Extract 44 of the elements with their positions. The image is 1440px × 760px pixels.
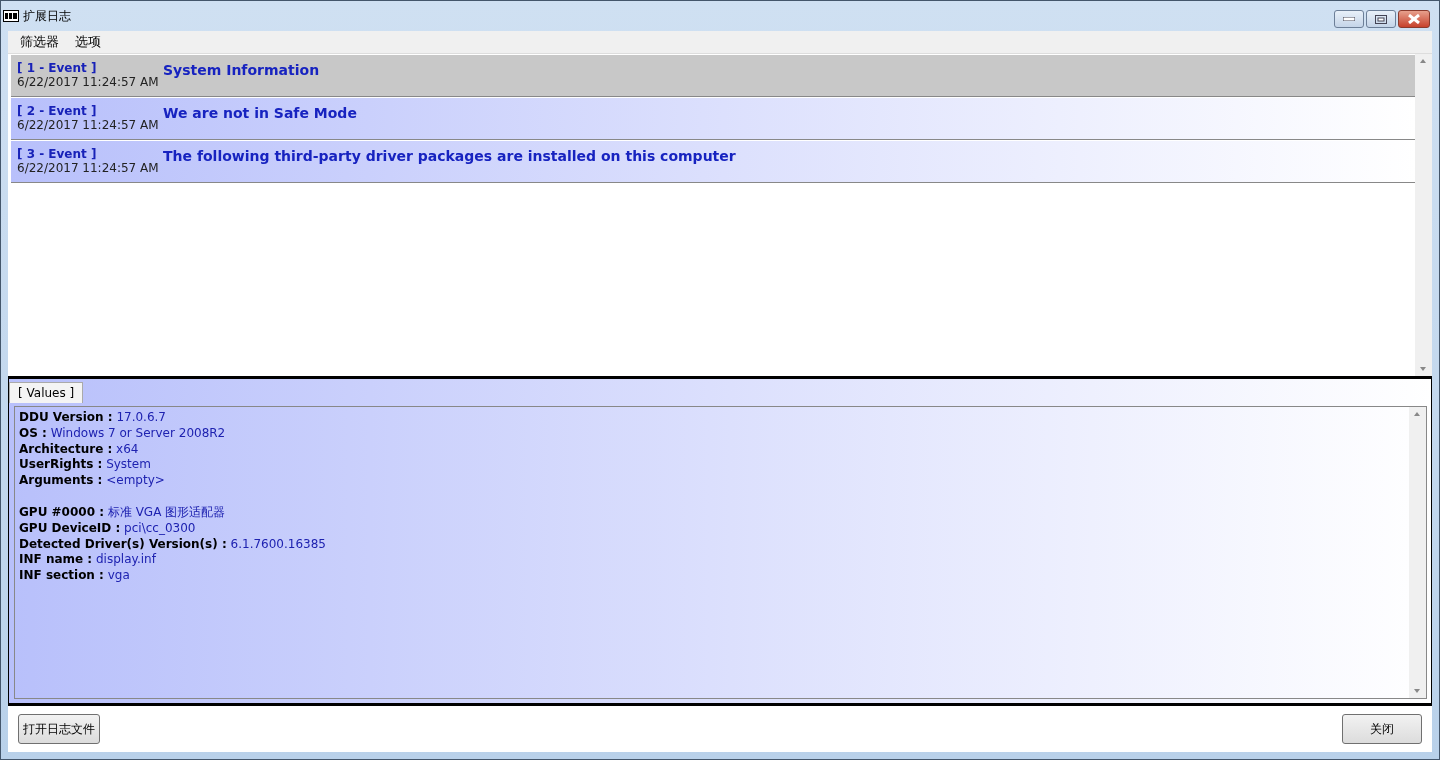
close-dialog-button[interactable]: 关闭 [1342,714,1422,744]
maximize-button[interactable] [1366,10,1396,28]
value-text: 6.1.7600.16385 [230,536,326,551]
value-label: INF name : [19,552,93,567]
value-label: Architecture : [19,441,113,456]
value-label: GPU #0000 : [19,505,104,519]
value-text: <empty> [106,473,165,488]
maximize-icon [1375,14,1387,24]
event-message: The following third-party driver packages are installed on this computer [163,148,736,164]
value-text: 17.0.6.7 [116,410,166,424]
minimize-button[interactable] [1334,10,1364,28]
event-message: We are not in Safe Mode [163,105,357,121]
app-icon [3,10,19,22]
value-label: INF section : [19,568,104,583]
value-label: UserRights : [19,457,103,472]
event-message: System Information [163,62,320,78]
value-label: DDU Version : [19,410,113,424]
event-time: 6/22/2017 11:24:57 AM [17,118,159,132]
value-text: 标准 VGA 图形适配器 [107,505,226,519]
value-label: Arguments : [19,473,103,488]
value-text: x64 [116,441,139,456]
value-text: display.inf [96,552,156,567]
scrollbar[interactable] [1415,54,1432,376]
event-tag: [ 1 - Event ] [17,61,97,75]
tab[interactable]: [ Values ] [9,382,84,403]
window-title: 扩展日志 [23,7,71,25]
value-label: Detected Driver(s) Version(s) : [19,536,227,551]
value-text: vga [107,568,130,583]
close-button[interactable] [1398,10,1430,28]
minimize-icon [1343,17,1355,21]
event-time: 6/22/2017 11:24:57 AM [17,75,159,89]
close-icon [1407,14,1421,24]
value-label: OS : [19,425,47,440]
scrollbar[interactable] [1409,407,1426,698]
event-tag: [ 3 - Event ] [17,147,97,161]
value-text: Windows 7 or Server 2008R2 [50,425,226,440]
event-tag: [ 2 - Event ] [17,104,97,118]
value-text: System [106,457,151,472]
value-label: GPU DeviceID : [19,520,121,535]
menu-item[interactable]: 筛选器 [14,33,65,51]
value-text: pci\cc_0300 [124,520,196,535]
menu-item[interactable]: 选项 [69,33,107,51]
open-log-file-button[interactable]: 打开日志文件 [18,714,100,744]
event-time: 6/22/2017 11:24:57 AM [17,161,159,175]
